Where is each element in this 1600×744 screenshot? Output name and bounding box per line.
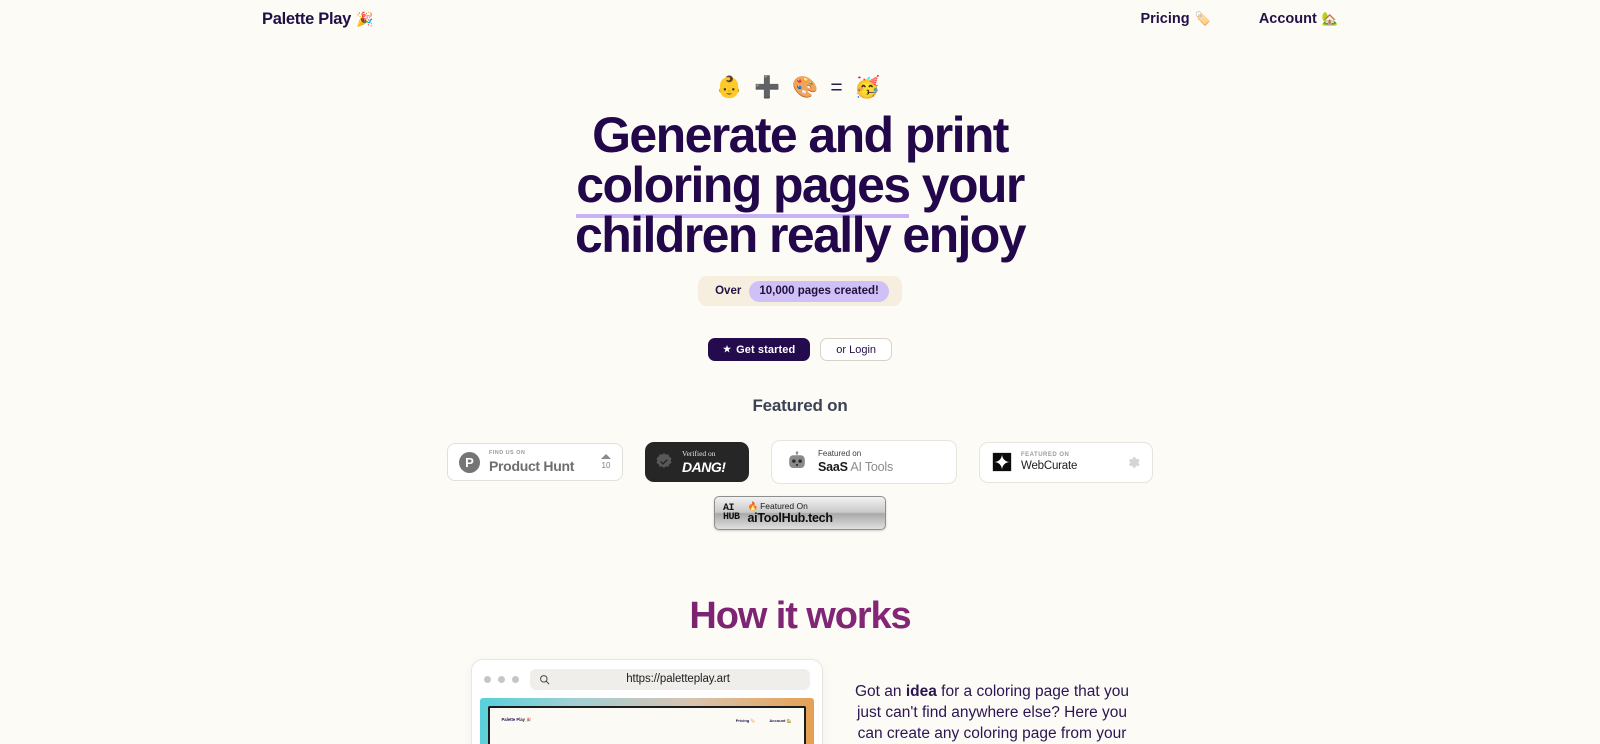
- page-title: Generate and print coloring pages your c…: [520, 110, 1080, 260]
- featured-badges-row-1: P FIND US ON Product Hunt 10 Verified on…: [0, 440, 1600, 484]
- how-it-works-paragraph: Got an idea for a coloring page that you…: [855, 659, 1130, 744]
- product-hunt-name: Product Hunt: [489, 457, 575, 474]
- mini-nav-account: Account 🏡: [769, 717, 792, 723]
- badge-dang[interactable]: Verified on DANG!: [645, 442, 749, 482]
- star-icon: ★: [722, 344, 732, 354]
- brand-name: Palette Play: [262, 9, 352, 28]
- upvote-arrow-icon: [601, 454, 611, 459]
- badge-aitoolhub[interactable]: AI HUB 🔥 Featured On aiToolHub.tech: [714, 496, 886, 530]
- aitoolhub-name: aiToolHub.tech: [747, 510, 833, 525]
- main-nav: Pricing 🏷️ Account 🏡: [1140, 11, 1338, 27]
- badge-webcurate[interactable]: FEATURED ON WebCurate: [979, 441, 1153, 483]
- window-close-dot: [483, 675, 491, 683]
- aitoolhub-logo-icon: AI HUB: [723, 503, 740, 523]
- saas-name-bold: SaaS: [818, 460, 848, 475]
- saas-name: SaaS AI Tools: [818, 461, 893, 474]
- url-text: https://paletteplay.art: [626, 673, 730, 685]
- nav-item-pricing[interactable]: Pricing 🏷️: [1140, 11, 1210, 27]
- mini-header: Palette Play 🎉 Pricing 🏷️ Account 🏡: [502, 717, 792, 723]
- saas-tagline: Featured on: [818, 449, 862, 459]
- hero-title-part1: Generate and print: [592, 107, 1009, 163]
- how-it-works-heading: How it works: [0, 595, 1600, 638]
- nav-item-pricing-label: Pricing: [1140, 11, 1190, 27]
- party-popper-icon: 🎉: [356, 10, 374, 27]
- window-minimize-dot: [497, 675, 505, 683]
- browser-screenshot-frame: Palette Play 🎉 Pricing 🏷️ Account 🏡: [479, 698, 814, 744]
- browser-mockup: https://paletteplay.art Palette Play 🎉 P…: [470, 659, 823, 744]
- mini-nav: Pricing 🏷️ Account 🏡: [736, 718, 792, 723]
- price-tag-icon: 🏷️: [1194, 11, 1211, 26]
- how-it-works-body: https://paletteplay.art Palette Play 🎉 P…: [0, 659, 1600, 744]
- nav-item-account-label: Account: [1258, 11, 1317, 27]
- search-icon: [539, 674, 549, 684]
- hero-emoji-line: 👶 ➕ 🎨 = 🥳: [716, 76, 884, 99]
- landing-page: Palette Play 🎉 Pricing 🏷️ Account 🏡 👶 ➕ …: [0, 0, 1600, 744]
- aitoolhub-text: 🔥 Featured On aiToolHub.tech: [748, 502, 833, 524]
- saas-name-rest: AI Tools: [847, 460, 894, 475]
- stat-badge-wrapper: Over 10,000 pages created!: [0, 276, 1600, 306]
- window-maximize-dot: [511, 675, 519, 683]
- hero-section: 👶 ➕ 🎨 = 🥳 Generate and print coloring pa…: [0, 74, 1600, 260]
- badge-saas-ai-tools[interactable]: Featured on SaaS AI Tools: [771, 440, 957, 484]
- get-started-label: Get started: [736, 343, 796, 356]
- paragraph-bold: idea: [905, 683, 937, 700]
- aitoolhub-tagline: Featured On: [760, 501, 808, 511]
- status-badge: Over 10,000 pages created!: [698, 276, 902, 306]
- mini-brand: Palette Play 🎉: [501, 717, 532, 722]
- nav-item-account[interactable]: Account 🏡: [1259, 11, 1338, 27]
- verified-seal-icon: [656, 453, 672, 468]
- product-hunt-text: FIND US ON Product Hunt: [489, 451, 592, 473]
- browser-screenshot-inner: Palette Play 🎉 Pricing 🏷️ Account 🏡: [487, 706, 806, 744]
- stat-value: 10,000 pages created!: [749, 280, 889, 302]
- aitoolhub-tagline-row: 🔥 Featured On: [748, 502, 833, 511]
- aitoolhub-logo-line2: HUB: [723, 512, 740, 523]
- featured-badges-row-2: AI HUB 🔥 Featured On aiToolHub.tech: [0, 496, 1600, 530]
- mini-nav-pricing: Pricing 🏷️: [735, 717, 756, 723]
- brand-logo[interactable]: Palette Play 🎉: [262, 10, 373, 29]
- browser-toolbar: https://paletteplay.art: [471, 660, 822, 698]
- stat-label: Over: [715, 285, 742, 297]
- dang-name: DANG!: [682, 458, 726, 475]
- four-point-star-icon: [992, 452, 1012, 472]
- saas-text: Featured on SaaS AI Tools: [818, 450, 893, 474]
- get-started-button[interactable]: ★ Get started: [707, 338, 811, 361]
- robot-icon: [789, 451, 805, 469]
- house-icon: 🏡: [1321, 11, 1338, 26]
- url-bar[interactable]: https://paletteplay.art: [529, 668, 810, 690]
- cta-group: ★ Get started or Login: [0, 338, 1600, 361]
- login-button[interactable]: or Login: [820, 338, 893, 361]
- site-header: Palette Play 🎉 Pricing 🏷️ Account 🏡: [0, 0, 1600, 38]
- webcurate-text: FEATURED ON WebCurate: [1021, 452, 1118, 473]
- dang-tagline: Verified on: [682, 449, 716, 459]
- webcurate-name: WebCurate: [1021, 459, 1078, 472]
- badge-product-hunt[interactable]: P FIND US ON Product Hunt 10: [447, 443, 623, 481]
- featured-on-heading: Featured on: [752, 396, 848, 415]
- product-hunt-upvote[interactable]: 10: [601, 454, 611, 470]
- webcurate-tagline: FEATURED ON: [1021, 451, 1070, 458]
- upvote-count: 10: [601, 461, 611, 470]
- product-hunt-tagline: FIND US ON: [489, 450, 526, 457]
- gear-icon: [1128, 456, 1140, 468]
- paragraph-pre: Got an: [854, 683, 906, 700]
- dang-text: Verified on DANG!: [682, 449, 726, 475]
- fire-icon: 🔥: [747, 501, 759, 511]
- product-hunt-icon: P: [459, 451, 480, 473]
